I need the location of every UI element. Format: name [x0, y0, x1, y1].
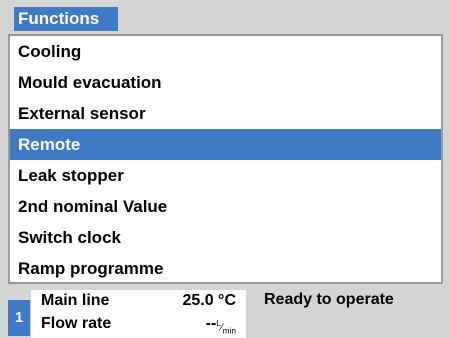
- menu-item-ramp-programme[interactable]: Ramp programme: [10, 253, 441, 284]
- readings-panel: Main line 25.0 °C Flow rate --L⁄min: [31, 290, 246, 338]
- flow-rate-label: Flow rate: [41, 315, 112, 332]
- operating-state: Ready to operate: [264, 291, 394, 308]
- menu-item-switch-clock[interactable]: Switch clock: [10, 222, 441, 253]
- menu-item-2nd-nominal-value[interactable]: 2nd nominal Value: [10, 191, 441, 222]
- pump-number-badge: 1: [8, 300, 30, 336]
- title-bar: Functions: [0, 0, 450, 34]
- menu-item-external-sensor[interactable]: External sensor: [10, 98, 441, 129]
- functions-menu: Cooling Mould evacuation External sensor…: [8, 34, 443, 284]
- flow-rate-reading: --L⁄min: [206, 315, 236, 335]
- menu-item-cooling[interactable]: Cooling: [10, 36, 441, 67]
- flow-rate-unit: L⁄min: [216, 317, 236, 335]
- controller-screen: Functions Cooling Mould evacuation Exter…: [0, 0, 450, 338]
- flow-rate-unit-denominator: min: [222, 325, 236, 335]
- menu-item-remote[interactable]: Remote: [10, 129, 441, 160]
- flow-rate-value: --: [205, 315, 217, 332]
- menu-title: Functions: [14, 7, 118, 31]
- menu-item-mould-evacuation[interactable]: Mould evacuation: [10, 67, 441, 98]
- flow-rate-unit-numerator: L: [216, 317, 221, 328]
- menu-item-leak-stopper[interactable]: Leak stopper: [10, 160, 441, 191]
- main-line-label: Main line: [41, 292, 110, 309]
- main-line-value: 25.0 °C: [182, 292, 236, 309]
